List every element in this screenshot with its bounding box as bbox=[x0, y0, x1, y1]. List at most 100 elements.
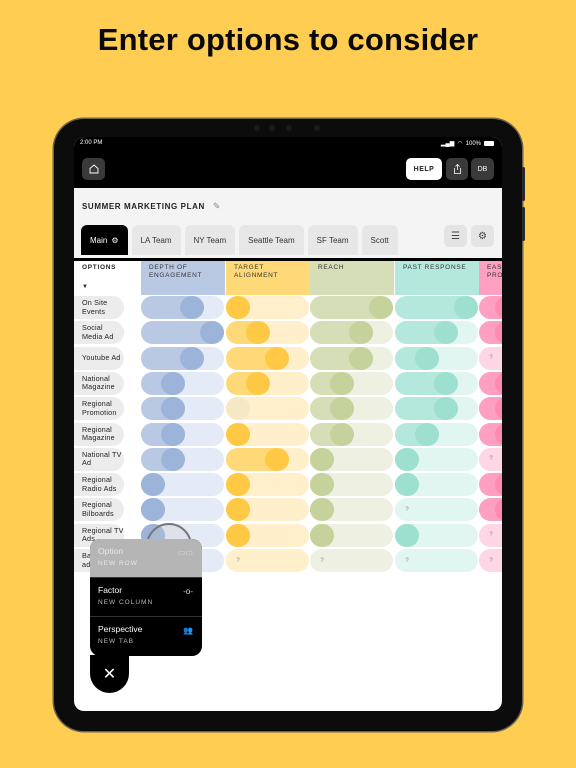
rating-slider[interactable] bbox=[141, 371, 224, 395]
rating-slider[interactable]: ? bbox=[395, 549, 478, 572]
option-label[interactable]: National Magazine bbox=[74, 371, 124, 395]
unknown-rating[interactable]: ? bbox=[479, 549, 502, 572]
slider-knob[interactable] bbox=[160, 447, 185, 471]
rating-slider[interactable] bbox=[226, 321, 309, 345]
slider-knob[interactable] bbox=[349, 346, 374, 370]
rating-slider[interactable] bbox=[310, 498, 393, 522]
rating-slider[interactable] bbox=[226, 346, 309, 370]
rating-slider[interactable] bbox=[226, 397, 309, 421]
unknown-rating[interactable]: ? bbox=[479, 447, 502, 471]
rating-slider[interactable] bbox=[310, 321, 393, 345]
rating-slider[interactable] bbox=[395, 422, 478, 446]
factor-header[interactable]: REACH bbox=[310, 261, 394, 295]
rating-slider[interactable] bbox=[395, 371, 478, 395]
rating-slider[interactable] bbox=[395, 447, 478, 471]
rating-slider[interactable] bbox=[310, 296, 393, 319]
tab-seattle-team[interactable]: Seattle Team bbox=[239, 225, 304, 255]
slider-knob[interactable] bbox=[160, 371, 185, 395]
rating-slider[interactable] bbox=[310, 447, 393, 471]
tab-main[interactable]: Main ⚙ bbox=[81, 225, 128, 255]
slider-knob[interactable] bbox=[454, 296, 478, 319]
rating-slider[interactable] bbox=[479, 296, 502, 319]
add-factor-menu-item[interactable]: Factor NEW COLUMN -o- bbox=[90, 578, 202, 617]
filter-button[interactable]: ☰ bbox=[444, 225, 467, 247]
unknown-rating[interactable]: ? bbox=[226, 549, 250, 572]
options-header[interactable]: OPTIONS ▼ bbox=[74, 261, 141, 295]
user-avatar-button[interactable]: DB bbox=[471, 158, 494, 180]
unknown-rating[interactable]: ? bbox=[395, 498, 419, 522]
rating-slider[interactable] bbox=[226, 422, 309, 446]
option-label[interactable]: Regional Promotion bbox=[74, 397, 124, 421]
rating-slider[interactable] bbox=[479, 498, 502, 522]
rating-slider[interactable]: ? bbox=[479, 346, 502, 370]
rating-slider[interactable] bbox=[226, 473, 309, 497]
slider-knob[interactable] bbox=[434, 397, 459, 421]
rating-slider[interactable] bbox=[310, 422, 393, 446]
slider-knob[interactable] bbox=[180, 346, 205, 370]
rating-slider[interactable]: ? bbox=[479, 447, 502, 471]
slider-knob[interactable] bbox=[310, 447, 334, 471]
rating-slider[interactable] bbox=[395, 473, 478, 497]
slider-knob[interactable] bbox=[414, 346, 439, 370]
rating-slider[interactable] bbox=[141, 473, 224, 497]
factor-header[interactable]: DEPTH OF ENGAGEMENT bbox=[141, 261, 225, 295]
rating-slider[interactable] bbox=[226, 498, 309, 522]
unknown-rating[interactable]: ? bbox=[479, 346, 502, 370]
rating-slider[interactable]: ? bbox=[479, 523, 502, 547]
slider-knob[interactable] bbox=[329, 422, 354, 446]
slider-knob[interactable] bbox=[226, 296, 250, 319]
rating-slider[interactable] bbox=[310, 473, 393, 497]
rating-slider[interactable] bbox=[141, 346, 224, 370]
slider-knob[interactable] bbox=[310, 498, 334, 522]
rating-slider[interactable] bbox=[141, 321, 224, 345]
slider-knob[interactable] bbox=[226, 523, 250, 547]
close-menu-button[interactable]: ✕ bbox=[90, 655, 129, 693]
rating-slider[interactable] bbox=[395, 397, 478, 421]
slider-knob[interactable] bbox=[434, 321, 459, 345]
tab-la-team[interactable]: LA Team bbox=[131, 225, 181, 255]
slider-knob[interactable] bbox=[265, 447, 290, 471]
factor-header[interactable]: EAS PRO bbox=[479, 261, 502, 295]
option-label[interactable]: Youtube Ad bbox=[74, 346, 124, 370]
slider-knob[interactable] bbox=[414, 422, 439, 446]
unknown-rating[interactable]: ? bbox=[310, 549, 334, 572]
rating-slider[interactable] bbox=[141, 422, 224, 446]
help-button[interactable]: HELP bbox=[406, 158, 442, 180]
slider-knob[interactable] bbox=[395, 523, 419, 547]
home-button[interactable] bbox=[82, 158, 105, 180]
rating-slider[interactable] bbox=[479, 321, 502, 345]
add-option-menu-item[interactable]: Option NEW ROW ▭▭ bbox=[90, 539, 202, 578]
slider-knob[interactable] bbox=[226, 397, 250, 421]
rating-slider[interactable] bbox=[226, 296, 309, 319]
rating-slider[interactable] bbox=[479, 422, 502, 446]
rating-slider[interactable] bbox=[141, 447, 224, 471]
slider-knob[interactable] bbox=[395, 447, 419, 471]
option-label[interactable]: Regional Bilboards bbox=[74, 498, 124, 522]
pencil-icon[interactable]: ✎ bbox=[213, 201, 221, 212]
slider-knob[interactable] bbox=[310, 473, 334, 497]
rating-slider[interactable]: ? bbox=[310, 549, 393, 572]
tab-scott[interactable]: Scott bbox=[361, 225, 398, 255]
rating-slider[interactable] bbox=[141, 397, 224, 421]
slider-knob[interactable] bbox=[180, 296, 205, 319]
option-label[interactable]: National TV Ad bbox=[74, 447, 124, 471]
option-label[interactable]: Regional Radio Ads bbox=[74, 473, 124, 497]
rating-slider[interactable]: ? bbox=[395, 498, 478, 522]
slider-knob[interactable] bbox=[329, 371, 354, 395]
rating-slider[interactable] bbox=[395, 346, 478, 370]
rating-slider[interactable]: ? bbox=[226, 549, 309, 572]
slider-knob[interactable] bbox=[395, 473, 419, 497]
slider-knob[interactable] bbox=[329, 397, 354, 421]
tab-sf-team[interactable]: SF Team bbox=[307, 225, 358, 255]
slider-knob[interactable] bbox=[226, 422, 250, 446]
rating-slider[interactable] bbox=[310, 397, 393, 421]
rating-slider[interactable] bbox=[141, 296, 224, 319]
add-perspective-menu-item[interactable]: Perspective NEW TAB 👥 bbox=[90, 617, 202, 656]
rating-slider[interactable] bbox=[310, 346, 393, 370]
rating-slider[interactable] bbox=[310, 371, 393, 395]
share-button[interactable] bbox=[446, 158, 468, 180]
option-label[interactable]: Regional Magazine bbox=[74, 422, 124, 446]
slider-knob[interactable] bbox=[310, 523, 334, 547]
rating-slider[interactable] bbox=[395, 523, 478, 547]
option-label[interactable]: On Site Events bbox=[74, 296, 124, 319]
